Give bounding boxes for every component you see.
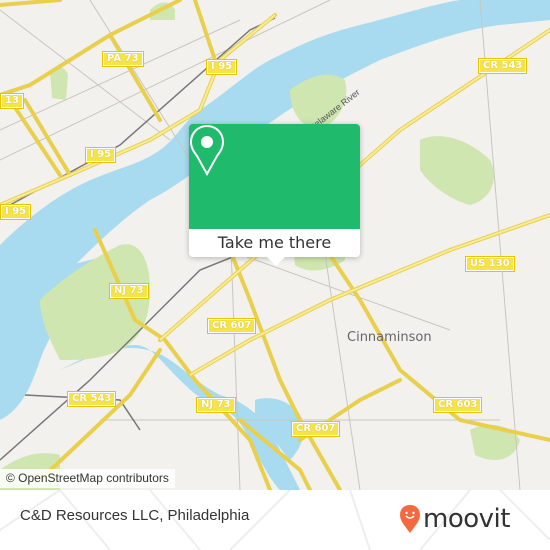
popup-pointer	[267, 257, 285, 266]
location-title: C&D Resources LLC, Philadelphia	[20, 507, 250, 524]
road-label-13: 13	[0, 93, 24, 109]
road-label-pa73: PA 73	[102, 51, 144, 67]
destination-popup[interactable]: Take me there	[189, 124, 360, 266]
place-label-cinnaminson: Cinnaminson	[347, 330, 432, 345]
map-area[interactable]: PA 73 I 95 I 95 I 95 13 CR 543 NJ 73 NJ …	[0, 0, 550, 490]
popup-header[interactable]	[189, 124, 360, 229]
map-pin-icon	[189, 124, 225, 176]
road-label-cr607: CR 607	[207, 318, 257, 334]
moovit-pin-icon	[400, 505, 420, 533]
take-me-there-button[interactable]: Take me there	[189, 229, 360, 257]
road-label-nj73: NJ 73	[196, 397, 236, 413]
road-label-i95: I 95	[85, 147, 117, 163]
park-area	[420, 136, 494, 205]
road-label-cr543: CR 543	[67, 391, 117, 407]
moovit-wordmark: moovit	[423, 504, 510, 534]
road-label-cr543: CR 543	[478, 58, 528, 74]
road-label-cr607: CR 607	[291, 421, 341, 437]
road-label-cr603: CR 603	[433, 397, 483, 413]
road-label-nj73: NJ 73	[109, 283, 149, 299]
road-label-us130: US 130	[465, 256, 515, 272]
moovit-logo[interactable]: moovit	[399, 504, 510, 534]
map-attribution[interactable]: © OpenStreetMap contributors	[0, 469, 175, 488]
road-label-i95: I 95	[206, 59, 238, 75]
road-label-i95: I 95	[0, 204, 32, 220]
footer-bar: C&D Resources LLC, Philadelphia moovit	[0, 490, 550, 550]
